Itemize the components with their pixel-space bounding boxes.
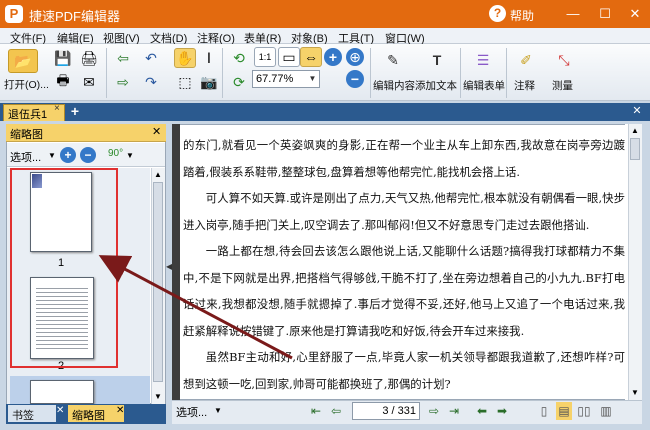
paragraph: 一路上都在想,待会回去该怎么跟他说上话,又能聊什么话题?搞得我打球都精力不集中,… (183, 244, 625, 338)
measure-icon[interactable]: ⤡ (552, 48, 576, 72)
thumbnail-options-button[interactable]: 选项... (10, 149, 41, 165)
status-options-button[interactable]: 选项... (176, 404, 207, 420)
edit-form-icon[interactable]: ☰ (470, 48, 496, 72)
undo-icon[interactable]: ↶ (140, 48, 162, 68)
close-button[interactable]: ✕ (624, 4, 646, 24)
help-button[interactable]: 帮助 (510, 7, 534, 24)
select-text-icon[interactable]: Ⅰ (198, 48, 220, 68)
continuous-facing-icon[interactable]: ▥ (598, 402, 614, 420)
print-icon[interactable]: 🖨 (78, 48, 100, 68)
page-number-input[interactable]: 3 / 331 (352, 402, 420, 420)
add-text-button[interactable]: 添加文本 (415, 78, 457, 93)
email-icon[interactable]: ✉ (78, 72, 100, 92)
help-icon[interactable]: ? (489, 5, 506, 22)
snapshot-icon[interactable]: 📷 (198, 72, 220, 92)
rotate-left-icon[interactable]: ⟲ (228, 48, 250, 68)
zoom-in-icon[interactable]: + (324, 48, 342, 66)
document-text: 的东门,就看见一个英姿飒爽的身影,正在帮一个业主从车上卸东西,我故意在岗亭旁边踱… (183, 132, 625, 397)
back-icon[interactable]: ⬅ (474, 402, 490, 420)
scroll-down-icon[interactable]: ▼ (154, 392, 162, 401)
scroll-down-icon[interactable]: ▼ (631, 388, 639, 397)
panel-close-icon[interactable]: ✕ (152, 125, 161, 138)
chevron-down-icon[interactable]: ▼ (126, 151, 134, 160)
annotate-button[interactable]: 注释 (514, 78, 535, 93)
open-button[interactable]: 打开(O)... (4, 77, 49, 92)
chevron-down-icon[interactable]: ▼ (214, 406, 222, 415)
rotate-right-icon[interactable]: ⟳ (228, 72, 250, 92)
document-scrollbar[interactable] (628, 124, 642, 400)
edit-content-button[interactable]: 编辑内容 (373, 78, 415, 93)
minimize-button[interactable]: — (562, 4, 584, 24)
next-page-icon[interactable]: ⇨ (426, 402, 442, 420)
paragraph: 的东门,就看见一个英姿飒爽的身影,正在帮一个业主从车上卸东西,我故意在岗亭旁边踱… (183, 138, 625, 179)
edit-form-button[interactable]: 编辑表单 (463, 78, 505, 93)
page-margin-shadow (172, 124, 180, 400)
paragraph: 虽然BF主动和好,心里舒服了一点,毕竟人家一机关领导都跟我道歉了,还想咋样?可想… (183, 350, 625, 391)
page-total: 331 (397, 405, 416, 417)
forward-icon[interactable]: ➡ (494, 402, 510, 420)
chevron-down-icon[interactable]: ▼ (48, 151, 56, 160)
facing-pages-icon[interactable]: ▯▯ (576, 402, 592, 420)
tab-close-icon[interactable]: × (54, 103, 60, 114)
thumbnail-zoom-out-icon[interactable]: − (80, 147, 96, 163)
tab-close-icon[interactable]: ✕ (56, 405, 64, 416)
continuous-page-icon[interactable]: ▤ (556, 402, 572, 420)
add-tab-button[interactable]: + (68, 104, 82, 118)
thumbnail-panel-header: 缩略图 (6, 124, 166, 142)
thumbnail-rotate-button[interactable]: 90° (108, 148, 123, 159)
close-document-icon[interactable]: ✕ (630, 104, 644, 118)
measure-button[interactable]: 测量 (552, 78, 573, 93)
first-page-icon[interactable]: ⇤ (308, 402, 324, 420)
redo-icon[interactable]: ↷ (140, 72, 162, 92)
export-icon[interactable]: ⇨ (112, 72, 134, 92)
add-text-icon[interactable]: T (424, 48, 450, 72)
fit-width-icon[interactable]: ⇔ (300, 47, 322, 67)
edit-content-icon[interactable]: ✎ (380, 48, 406, 72)
zoom-out-icon[interactable]: − (346, 70, 364, 88)
chevron-down-icon[interactable]: ▼ (306, 71, 319, 87)
annotate-icon[interactable]: ✐ (514, 48, 538, 72)
thumbnail-scroll-thumb[interactable] (153, 182, 163, 382)
tab-bookmarks[interactable]: 书签 (8, 405, 56, 422)
highlight-box (10, 168, 118, 368)
previous-page-icon[interactable]: ⇦ (328, 402, 344, 420)
last-page-icon[interactable]: ⇥ (446, 402, 462, 420)
tab-close-icon[interactable]: ✕ (116, 405, 124, 416)
thumbnail-zoom-in-icon[interactable]: + (60, 147, 76, 163)
window-title: 捷速PDF编辑器 (29, 9, 121, 24)
page-thumbnail-3[interactable] (30, 380, 94, 404)
paragraph: 可人算不如天算.或许是刚出了点力,天气又热,他帮完忙,根本就没有朝偶看一眼,快步… (183, 191, 625, 232)
document-tab-bar (0, 103, 650, 121)
open-folder-icon[interactable]: 📂 (8, 49, 38, 73)
save-icon[interactable]: 💾 (52, 48, 74, 68)
scroll-up-icon[interactable]: ▲ (154, 170, 162, 179)
hand-tool-icon[interactable]: ✋ (174, 48, 196, 68)
single-page-icon[interactable]: ▯ (536, 402, 552, 420)
document-scroll-thumb[interactable] (630, 138, 640, 160)
zoom-in-plus-icon[interactable]: ⊕ (346, 48, 364, 66)
maximize-button[interactable]: ☐ (594, 4, 616, 24)
app-logo-icon: P (5, 5, 23, 23)
scan-icon[interactable]: 🖶 (52, 72, 74, 92)
page-current[interactable]: 3 (382, 405, 388, 417)
actual-size-icon[interactable]: 1:1 (254, 47, 276, 67)
fit-page-icon[interactable]: ▭ (278, 47, 300, 67)
select-area-icon[interactable]: ⬚ (174, 72, 196, 92)
import-icon[interactable]: ⇦ (112, 48, 134, 68)
scroll-up-icon[interactable]: ▲ (631, 126, 639, 135)
